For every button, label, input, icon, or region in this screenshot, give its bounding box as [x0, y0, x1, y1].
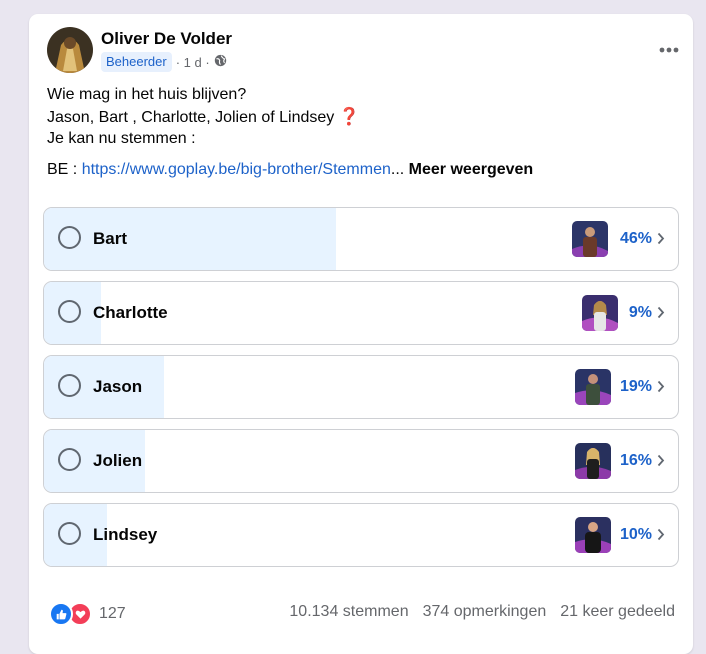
post-time-text: · 1 d · [175, 54, 210, 70]
poll-option-label: Charlotte [93, 303, 168, 322]
post-text-line: Wie mag in het huis blijven? [47, 86, 247, 103]
post-header: Oliver De Volder Beheerder · 1 d · [47, 26, 687, 74]
radio-button[interactable] [58, 448, 81, 471]
ellipsis: ... [390, 161, 405, 178]
chevron-right-icon [657, 306, 665, 319]
poll-option-bart[interactable]: Bart 46% [43, 207, 679, 271]
post-text-line: Je kan nu stemmen : [47, 130, 196, 147]
reactions-summary[interactable]: 127 [49, 602, 126, 626]
globe-icon [214, 54, 227, 70]
post-card: Oliver De Volder Beheerder · 1 d · Wie m… [29, 14, 693, 654]
poll-option-label: Lindsey [93, 525, 158, 544]
radio-button[interactable] [58, 374, 81, 397]
poll-option-percent: 10% [619, 526, 652, 543]
post-footer: 127 10.134 stemmen 374 opmerkingen 21 ke… [29, 602, 693, 626]
chevron-right-icon [657, 528, 665, 541]
candidate-thumbnail [572, 221, 608, 257]
candidate-thumbnail [575, 517, 611, 553]
candidate-thumbnail [575, 443, 611, 479]
question-mark-emoji: ❓ [338, 106, 360, 126]
poll-option-jason[interactable]: Jason 19% [43, 355, 679, 419]
poll-option-label: Bart [93, 229, 128, 248]
avatar[interactable] [47, 27, 93, 73]
chevron-right-icon [657, 232, 665, 245]
poll-option-charlotte[interactable]: Charlotte 9% [43, 281, 679, 345]
chevron-right-icon [657, 454, 665, 467]
post-text: Wie mag in het huis blijven? Jason, Bart… [47, 84, 677, 150]
candidate-thumbnail [582, 295, 618, 331]
poll-option-label: Jolien [93, 451, 143, 470]
reaction-count: 127 [99, 605, 126, 622]
link-line: BE : https://www.goplay.be/big-brother/S… [47, 161, 533, 179]
radio-button[interactable] [58, 226, 81, 249]
author-name[interactable]: Oliver De Volder [101, 29, 232, 49]
vote-fill [44, 208, 336, 270]
poll-option-percent: 46% [619, 230, 652, 247]
post-text-line: Jason, Bart , Charlotte, Jolien of Linds… [47, 106, 677, 129]
post-stats: 10.134 stemmen 374 opmerkingen 21 keer g… [289, 603, 675, 621]
poll-option-jolien[interactable]: Jolien 16% [43, 429, 679, 493]
post-time[interactable]: · 1 d · [176, 54, 227, 70]
comments-count[interactable]: 374 opmerkingen [423, 603, 547, 621]
chevron-right-icon [657, 380, 665, 393]
radio-button[interactable] [58, 300, 81, 323]
shares-count[interactable]: 21 keer gedeeld [560, 603, 675, 621]
more-dots-icon [659, 47, 679, 53]
poll-option-percent: 16% [619, 452, 652, 469]
votes-count[interactable]: 10.134 stemmen [289, 603, 408, 621]
role-badge[interactable]: Beheerder [101, 52, 172, 72]
poll-option-lindsey[interactable]: Lindsey 10% [43, 503, 679, 567]
poll-option-percent: 9% [628, 304, 652, 321]
more-options-button[interactable] [649, 34, 689, 66]
candidate-thumbnail [575, 369, 611, 405]
post-meta: Beheerder · 1 d · [101, 52, 227, 72]
post-text-line-content: Jason, Bart , Charlotte, Jolien of Linds… [47, 108, 335, 126]
like-icon [49, 602, 73, 626]
see-more-button[interactable]: Meer weergeven [409, 161, 534, 178]
radio-button[interactable] [58, 522, 81, 545]
link-prefix: BE : [47, 161, 82, 178]
poll-option-percent: 19% [619, 378, 652, 395]
poll-option-label: Jason [93, 377, 143, 396]
stemmen-link[interactable]: https://www.goplay.be/big-brother/Stemme… [82, 161, 391, 178]
